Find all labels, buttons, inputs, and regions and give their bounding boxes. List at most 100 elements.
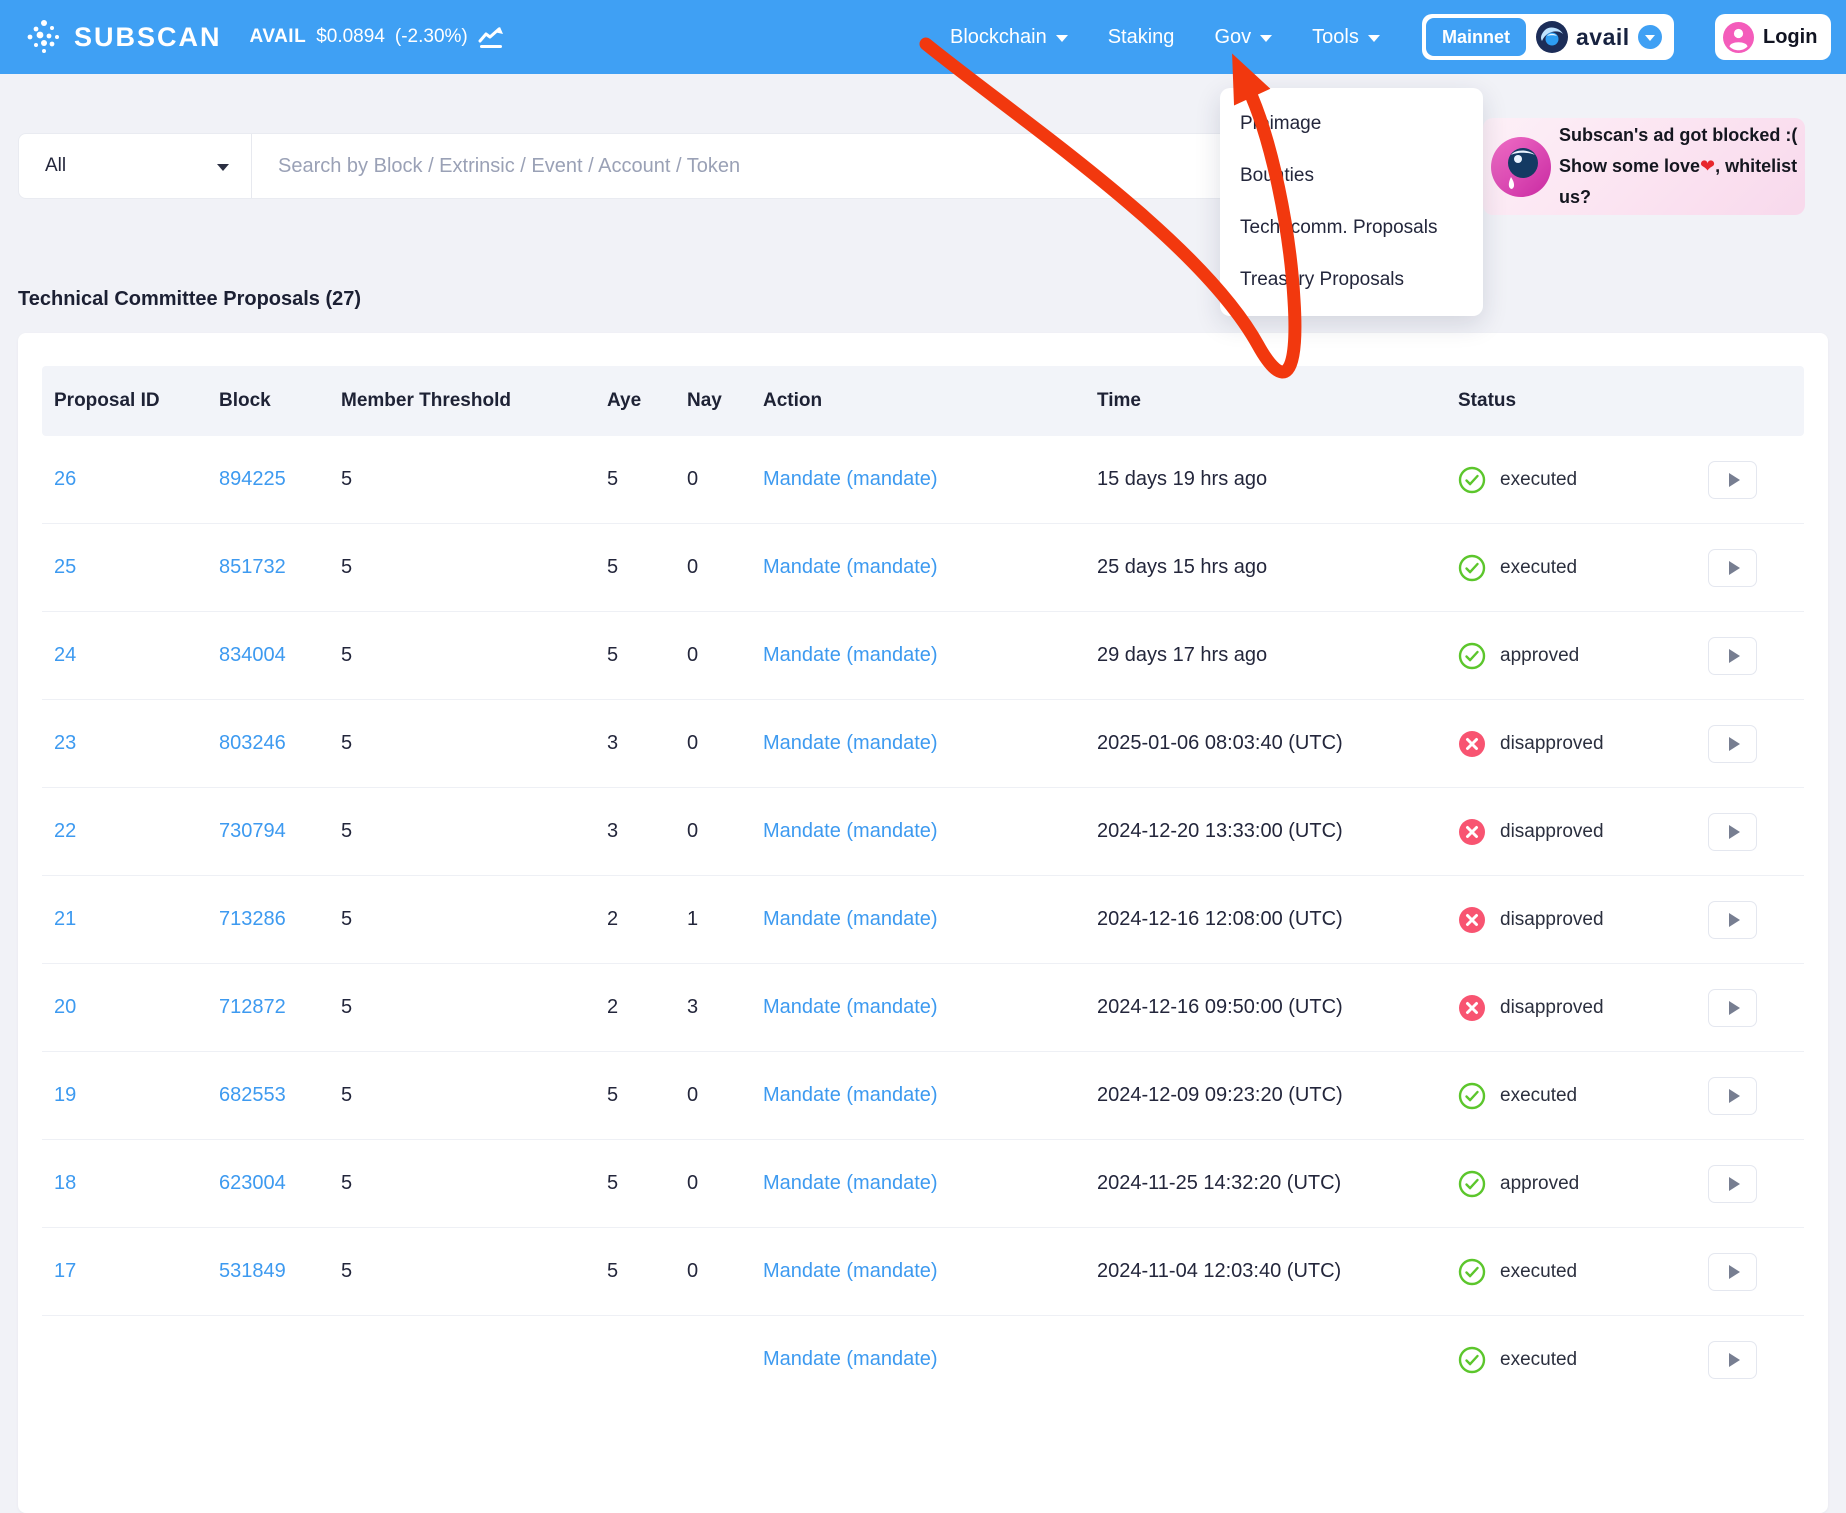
ad-line2: Show some love❤, whitelist us?	[1559, 151, 1805, 213]
play-icon	[1729, 825, 1740, 839]
mainnet-button[interactable]: Mainnet	[1426, 18, 1526, 56]
expand-row-button[interactable]	[1708, 1165, 1757, 1203]
proposal-id-link[interactable]: 21	[54, 908, 76, 930]
status-text: disapproved	[1500, 821, 1604, 843]
brand-name: SUBSCAN	[74, 22, 222, 53]
proposals-card: Proposal IDBlockMember ThresholdAyeNayAc…	[18, 333, 1828, 1513]
proposal-id-link[interactable]: 18	[54, 1172, 76, 1194]
expand-row-button[interactable]	[1708, 901, 1757, 939]
block-link[interactable]: 851732	[219, 556, 286, 578]
proposal-id-link[interactable]: 25	[54, 556, 76, 578]
block-link[interactable]: 834004	[219, 644, 286, 666]
status-text: disapproved	[1500, 733, 1604, 755]
status-text: executed	[1500, 1349, 1577, 1371]
time-value: 2024-12-16 12:08:00 (UTC)	[1097, 908, 1458, 931]
status-badge: approved	[1458, 642, 1708, 670]
expand-row-button[interactable]	[1708, 1253, 1757, 1291]
nav-link-staking[interactable]: Staking	[1108, 26, 1175, 49]
cross-circle-icon	[1458, 994, 1486, 1022]
price-chart-icon[interactable]	[478, 26, 504, 48]
play-icon	[1729, 1089, 1740, 1103]
search-filter-select[interactable]: All	[19, 134, 252, 198]
proposal-id-link[interactable]: 22	[54, 820, 76, 842]
table-row: 20712872523Mandate (mandate)2024-12-16 0…	[42, 964, 1804, 1052]
action-link[interactable]: Mandate (mandate)	[763, 1172, 938, 1194]
column-header-time: Time	[1097, 390, 1458, 412]
proposal-id-link[interactable]: 23	[54, 732, 76, 754]
status-text: executed	[1500, 1085, 1577, 1107]
nav-link-gov[interactable]: Gov	[1214, 26, 1272, 49]
nav-links: Blockchain Staking Gov Tools	[950, 0, 1380, 74]
aye-value: 2	[607, 908, 687, 931]
column-header-member-threshold: Member Threshold	[341, 390, 607, 412]
gov-menu-item-preimage[interactable]: Preimage	[1220, 98, 1483, 150]
expand-row-button[interactable]	[1708, 1341, 1757, 1379]
aye-value: 5	[607, 1260, 687, 1283]
expand-row-button[interactable]	[1708, 461, 1757, 499]
table-row: 19682553550Mandate (mandate)2024-12-09 0…	[42, 1052, 1804, 1140]
expand-row-button[interactable]	[1708, 1077, 1757, 1115]
expand-row-button[interactable]	[1708, 549, 1757, 587]
check-circle-icon	[1458, 554, 1486, 582]
token-change: (-2.30%)	[395, 26, 468, 48]
action-link[interactable]: Mandate (mandate)	[763, 1084, 938, 1106]
subscan-logo-icon	[26, 19, 62, 55]
subscan-logo[interactable]: SUBSCAN	[26, 19, 222, 55]
expand-row-button[interactable]	[1708, 989, 1757, 1027]
expand-row-button[interactable]	[1708, 637, 1757, 675]
block-link[interactable]: 623004	[219, 1172, 286, 1194]
column-header-aye: Aye	[607, 390, 687, 412]
aye-value: 5	[607, 1172, 687, 1195]
check-circle-icon	[1458, 1258, 1486, 1286]
proposal-id-link[interactable]: 17	[54, 1260, 76, 1282]
action-link[interactable]: Mandate (mandate)	[763, 1348, 938, 1370]
proposal-id-link[interactable]: 20	[54, 996, 76, 1018]
member-threshold-value: 5	[341, 644, 607, 667]
network-chevron-icon[interactable]	[1638, 25, 1662, 49]
status-badge: executed	[1458, 466, 1708, 494]
status-text: executed	[1500, 557, 1577, 579]
block-link[interactable]: 713286	[219, 908, 286, 930]
login-label: Login	[1763, 26, 1817, 49]
proposal-id-link[interactable]: 19	[54, 1084, 76, 1106]
proposal-id-link[interactable]: 26	[54, 468, 76, 490]
network-name-wrap[interactable]: avail	[1536, 21, 1670, 53]
action-link[interactable]: Mandate (mandate)	[763, 468, 938, 490]
ad-line1: Subscan's ad got blocked :(	[1559, 120, 1805, 151]
status-text: approved	[1500, 645, 1579, 667]
member-threshold-value: 5	[341, 732, 607, 755]
ad-banner[interactable]: Subscan's ad got blocked :( Show some lo…	[1483, 118, 1805, 215]
time-value: 2024-12-09 09:23:20 (UTC)	[1097, 1084, 1458, 1107]
time-value: 2025-01-06 08:03:40 (UTC)	[1097, 732, 1458, 755]
nav-link-tools[interactable]: Tools	[1312, 26, 1380, 49]
user-icon	[1723, 22, 1754, 53]
expand-row-button[interactable]	[1708, 813, 1757, 851]
action-link[interactable]: Mandate (mandate)	[763, 996, 938, 1018]
action-link[interactable]: Mandate (mandate)	[763, 1260, 938, 1282]
expand-row-button[interactable]	[1708, 725, 1757, 763]
block-link[interactable]: 730794	[219, 820, 286, 842]
column-header-proposal-id: Proposal ID	[42, 390, 219, 412]
login-button[interactable]: Login	[1715, 14, 1831, 60]
gov-menu-item-treasury-proposals[interactable]: Treasury Proposals	[1220, 254, 1483, 306]
action-link[interactable]: Mandate (mandate)	[763, 908, 938, 930]
proposal-id-link[interactable]: 24	[54, 644, 76, 666]
action-link[interactable]: Mandate (mandate)	[763, 732, 938, 754]
action-link[interactable]: Mandate (mandate)	[763, 556, 938, 578]
token-symbol: AVAIL	[250, 26, 307, 48]
aye-value: 5	[607, 468, 687, 491]
block-link[interactable]: 531849	[219, 1260, 286, 1282]
play-icon	[1729, 737, 1740, 751]
time-value: 2024-11-04 12:03:40 (UTC)	[1097, 1260, 1458, 1283]
gov-menu-item-bounties[interactable]: Bounties	[1220, 150, 1483, 202]
network-switcher: Mainnet avail	[1422, 14, 1674, 60]
action-link[interactable]: Mandate (mandate)	[763, 820, 938, 842]
gov-menu-item-tech-comm-proposals[interactable]: Tech. comm. Proposals	[1220, 202, 1483, 254]
block-link[interactable]: 712872	[219, 996, 286, 1018]
block-link[interactable]: 803246	[219, 732, 286, 754]
action-link[interactable]: Mandate (mandate)	[763, 644, 938, 666]
block-link[interactable]: 682553	[219, 1084, 286, 1106]
table-row: 23803246530Mandate (mandate)2025-01-06 0…	[42, 700, 1804, 788]
block-link[interactable]: 894225	[219, 468, 286, 490]
nav-link-blockchain[interactable]: Blockchain	[950, 26, 1068, 49]
